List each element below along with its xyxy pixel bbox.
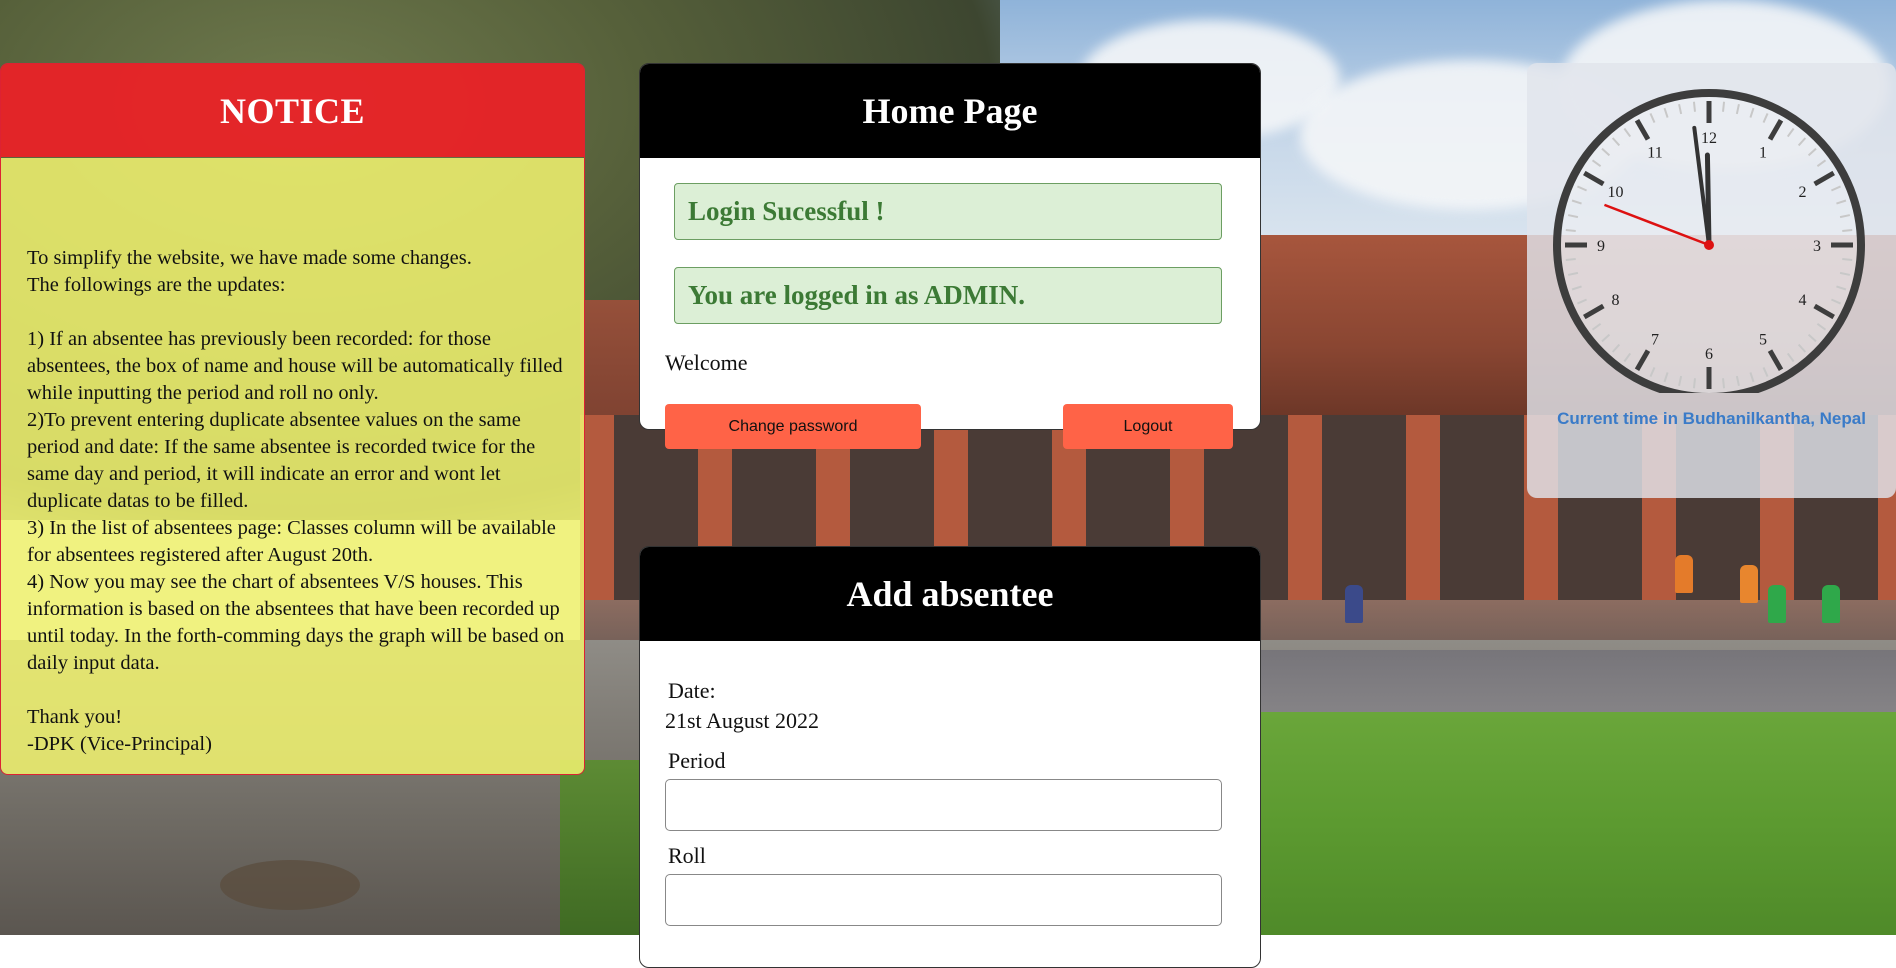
clock-number: 10 — [1607, 184, 1623, 201]
admin-status-alert: You are logged in as ADMIN. — [674, 267, 1222, 324]
clock-minor-tick — [1842, 228, 1853, 232]
period-label: Period — [668, 748, 726, 773]
analog-clock: 121234567891011 — [1553, 89, 1865, 401]
date-label: Date: — [668, 678, 716, 703]
logout-button[interactable]: Logout — [1063, 404, 1233, 449]
student-figure — [1675, 555, 1693, 593]
roll-input[interactable] — [665, 874, 1222, 926]
clock-panel: 12 1 2 3 4 5 6 7 8 9 10 11 Current time in Budhanil… — [1527, 63, 1896, 498]
clock-minor-tick — [1565, 228, 1576, 232]
clock-caption: Current time in Budhanilkantha, Nepal — [1557, 409, 1866, 428]
clock-number: 12 — [1701, 130, 1717, 147]
clock-minor-tick — [1722, 378, 1726, 389]
clock-number: 4 — [1799, 292, 1807, 309]
add-absentee-header: Add absentee — [640, 547, 1260, 641]
add-absentee-card: Add absentee Date: 21st August 2022 Peri… — [639, 546, 1261, 968]
student-figure — [1345, 585, 1363, 623]
add-absentee-title: Add absentee — [846, 574, 1054, 614]
notice-text: To simplify the website, we have made so… — [27, 247, 565, 755]
clock-number: 1 — [1759, 144, 1767, 161]
notice-header: NOTICE — [1, 64, 584, 157]
puddle — [220, 860, 360, 910]
clock-number: 2 — [1799, 184, 1807, 201]
clock-minor-tick — [1565, 258, 1576, 262]
clock-number: 9 — [1597, 238, 1605, 255]
notice-body: To simplify the website, we have made so… — [1, 158, 584, 774]
date-value: 21st August 2022 — [665, 708, 820, 733]
student-figure — [1822, 585, 1840, 623]
period-input[interactable] — [665, 779, 1222, 831]
notice-title: NOTICE — [219, 90, 366, 131]
change-password-button[interactable]: Change password — [665, 404, 921, 449]
home-page-header: Home Page — [640, 64, 1260, 158]
clock-number: 6 — [1705, 346, 1713, 363]
home-page-card: Home Page Login Sucessful ! You are logg… — [639, 63, 1261, 430]
clock-number: 5 — [1759, 332, 1767, 349]
clock-minor-tick — [1842, 258, 1853, 262]
student-figure — [1740, 565, 1758, 603]
welcome-text: Welcome — [665, 350, 748, 375]
clock-number: 8 — [1611, 292, 1619, 309]
clock-number: 11 — [1647, 144, 1662, 161]
clock-number: 7 — [1651, 332, 1659, 349]
lawn — [1240, 712, 1896, 935]
clock-minor-tick — [1722, 101, 1726, 112]
clock-number: 3 — [1813, 238, 1821, 255]
notice-panel: NOTICE To simplify the website, we have … — [0, 63, 585, 775]
home-page-title: Home Page — [862, 91, 1038, 131]
clock-minor-tick — [1692, 378, 1696, 389]
clock-center-pin — [1704, 240, 1714, 250]
clock-minor-tick — [1692, 101, 1696, 112]
roll-label: Roll — [668, 843, 706, 868]
login-success-alert: Login Sucessful ! — [674, 183, 1222, 240]
student-figure — [1768, 585, 1786, 623]
